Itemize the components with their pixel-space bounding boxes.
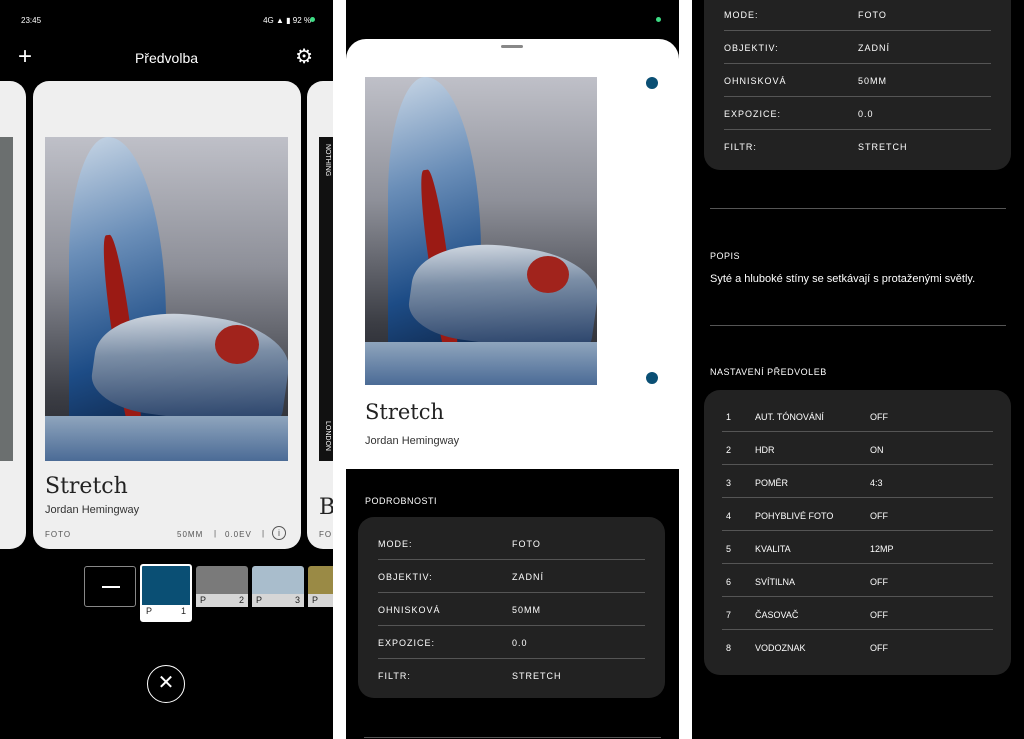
detail-row: FILTR: STRETCH bbox=[378, 671, 562, 681]
details-heading: PODROBNOSTI bbox=[365, 496, 438, 506]
preset-title: Stretch bbox=[45, 474, 128, 499]
close-button[interactable]: ✕ bbox=[147, 665, 185, 703]
swatch-p4[interactable]: P bbox=[308, 566, 333, 607]
side-text-bottom: LONDON bbox=[324, 421, 331, 451]
preset-card[interactable]: Stretch Jordan Hemingway FOTO 50MM | 0.0… bbox=[33, 81, 301, 549]
top-bar: + Předvolba ⚙ bbox=[0, 42, 333, 76]
preset-lens: 50MM bbox=[177, 530, 204, 539]
setting-row[interactable]: 1 AUT. TÓNOVÁNÍ OFF bbox=[722, 399, 993, 432]
gear-icon[interactable]: ⚙ bbox=[295, 44, 313, 69]
sheet-drag-handle[interactable] bbox=[501, 45, 523, 48]
preset-mode: FOTO bbox=[45, 530, 72, 539]
detail-row: OBJEKTIV: ZADNÍ bbox=[378, 560, 645, 593]
side-text-top: NOTHING bbox=[324, 144, 331, 177]
next-preset-mode: FO bbox=[319, 530, 333, 539]
preset-exposure: 0.0EV bbox=[225, 530, 252, 539]
preset-photo bbox=[45, 137, 288, 461]
detail-row: MODE: FOTO bbox=[724, 0, 991, 31]
preset-author: Jordan Hemingway bbox=[45, 504, 140, 516]
crop-handle-top[interactable] bbox=[646, 77, 658, 89]
description-text: Syté a hluboké stíny se setkávají s prot… bbox=[710, 273, 976, 285]
detail-row: FILTR: STRETCH bbox=[724, 142, 908, 152]
status-bar: 23:45 4G ▲ ▮ 92 % bbox=[0, 0, 333, 36]
privacy-indicator-icon bbox=[656, 17, 661, 22]
battery-level: 92 % bbox=[292, 16, 311, 25]
setting-row[interactable]: 4 POHYBLIVÉ FOTO OFF bbox=[722, 498, 993, 531]
swatch-p1[interactable]: P1 bbox=[140, 564, 192, 622]
settings-heading: NASTAVENÍ PŘEDVOLEB bbox=[710, 367, 827, 377]
preset-photo bbox=[365, 77, 597, 385]
details-panel: MODE: FOTO OBJEKTIV: ZADNÍ OHNISKOVÁ 50MM E… bbox=[704, 0, 1011, 170]
meta-separator: | bbox=[262, 529, 266, 538]
description-heading: POPIS bbox=[710, 251, 741, 261]
preset-carousel-screen: 23:45 4G ▲ ▮ 92 % + Předvolba ⚙ Stretch … bbox=[0, 0, 333, 739]
preset-title: Stretch bbox=[365, 400, 445, 424]
swatch-p3[interactable]: P3 bbox=[252, 566, 304, 607]
divider bbox=[710, 325, 1006, 326]
preset-info-screen: MODE: FOTO OBJEKTIV: ZADNÍ OHNISKOVÁ 50MM E… bbox=[692, 0, 1024, 739]
divider bbox=[364, 737, 661, 738]
detail-row: OHNISKOVÁ 50MM bbox=[724, 64, 991, 97]
detail-row: EXPOZICE: 0.0 bbox=[378, 626, 645, 659]
close-icon: ✕ bbox=[157, 672, 175, 694]
next-preset-card[interactable]: NOTHING LONDON B FO bbox=[307, 81, 333, 549]
previous-preset-card[interactable] bbox=[0, 81, 26, 549]
details-panel: MODE: FOTO OBJEKTIV: ZADNÍ OHNISKOVÁ 50MM E… bbox=[358, 517, 665, 698]
swatch-p2[interactable]: P2 bbox=[196, 566, 248, 607]
setting-row[interactable]: 6 SVÍTILNA OFF bbox=[722, 564, 993, 597]
preset-author: Jordan Hemingway bbox=[365, 435, 460, 447]
bottom-sheet: Stretch Jordan Hemingway bbox=[346, 39, 679, 469]
detail-row: EXPOZICE: 0.0 bbox=[724, 97, 991, 130]
detail-row: OHNISKOVÁ 50MM bbox=[378, 593, 645, 626]
detail-row: MODE: FOTO bbox=[378, 527, 645, 560]
status-time: 23:45 bbox=[21, 16, 42, 25]
info-icon[interactable]: i bbox=[272, 526, 286, 540]
setting-row[interactable]: 5 KVALITA 12MP bbox=[722, 531, 993, 564]
crop-handle-bottom[interactable] bbox=[646, 372, 658, 384]
settings-panel: 1 AUT. TÓNOVÁNÍ OFF 2 HDR ON 3 POMĚR 4:3 4 POHY… bbox=[704, 390, 1011, 675]
setting-row[interactable]: 7 ČASOVAČ OFF bbox=[722, 597, 993, 630]
meta-separator: | bbox=[214, 529, 218, 538]
divider bbox=[710, 208, 1006, 209]
privacy-indicator-icon bbox=[310, 17, 315, 22]
next-preset-initial: B bbox=[319, 495, 333, 520]
preset-detail-screen: Stretch Jordan Hemingway PODROBNOSTI MOD… bbox=[346, 0, 679, 739]
swatch-none[interactable] bbox=[84, 566, 136, 607]
setting-row[interactable]: 8 VODOZNAK OFF bbox=[722, 630, 993, 663]
setting-row[interactable]: 2 HDR ON bbox=[722, 432, 993, 465]
page-title: Předvolba bbox=[134, 50, 199, 66]
detail-row: OBJEKTIV: ZADNÍ bbox=[724, 31, 991, 64]
network-label: 4G bbox=[263, 16, 274, 25]
setting-row[interactable]: 3 POMĚR 4:3 bbox=[722, 465, 993, 498]
